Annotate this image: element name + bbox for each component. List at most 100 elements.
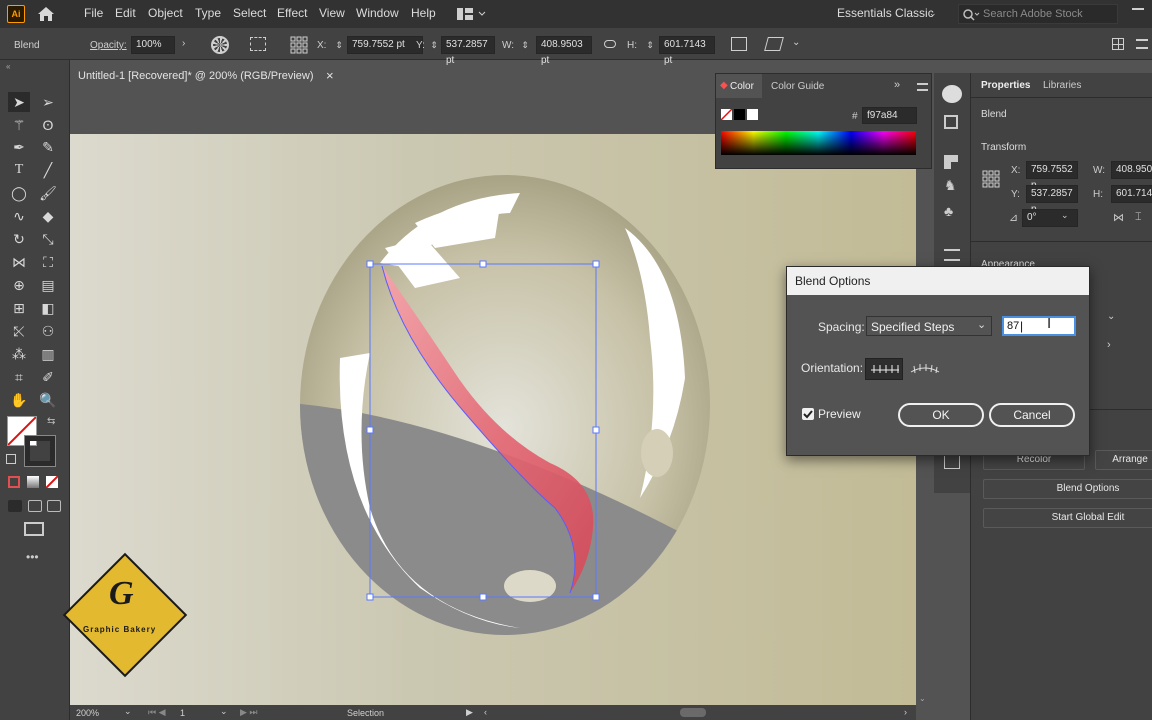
chevron-right-icon[interactable]: ›: [182, 38, 185, 49]
mesh-tool-icon[interactable]: ⊞: [8, 298, 30, 318]
ellipse-tool-icon[interactable]: ◯: [8, 183, 30, 203]
preview-label[interactable]: Preview: [818, 407, 861, 421]
swatches-icon[interactable]: [944, 155, 958, 169]
document-tab[interactable]: Untitled-1 [Recovered]* @ 200% (RGB/Prev…: [70, 64, 345, 88]
y-input[interactable]: 537.2857 p: [1026, 185, 1078, 215]
collapse-icon[interactable]: «: [6, 62, 10, 71]
minimize-icon[interactable]: [1132, 8, 1144, 10]
symbol-sprayer-tool-icon[interactable]: ⁂: [8, 344, 30, 364]
isolate-icon[interactable]: [764, 37, 784, 51]
tab-color[interactable]: ◆ Color: [716, 74, 762, 98]
color-spectrum[interactable]: [721, 131, 916, 155]
menu-type[interactable]: Type: [195, 6, 221, 20]
arrange-documents-icon[interactable]: [456, 7, 486, 21]
flip-vertical-icon[interactable]: ⌶: [1135, 211, 1142, 224]
arrange-button[interactable]: Arrange: [1095, 450, 1152, 470]
workspace-switcher[interactable]: Essentials Classic: [837, 6, 934, 20]
preview-checkbox[interactable]: [802, 408, 814, 420]
draw-behind-icon[interactable]: [28, 500, 42, 512]
opacity-label[interactable]: Opacity:: [90, 40, 127, 51]
menu-help[interactable]: Help: [411, 6, 436, 20]
transform-icon[interactable]: [731, 37, 747, 51]
menu-icon[interactable]: [1136, 39, 1148, 49]
brushes-icon[interactable]: ♞: [944, 177, 957, 194]
menu-select[interactable]: Select: [233, 6, 266, 20]
chevron-right-icon[interactable]: ›: [1107, 339, 1111, 351]
free-transform-tool-icon[interactable]: ⛶: [37, 252, 59, 272]
x-stepper-icon[interactable]: ⇕: [333, 36, 345, 54]
hand-tool-icon[interactable]: ✋: [8, 390, 30, 410]
none-mode-icon[interactable]: [45, 475, 59, 489]
menu-object[interactable]: Object: [148, 6, 183, 20]
scroll-left-icon[interactable]: ‹: [484, 707, 487, 717]
color-guide-icon[interactable]: [944, 115, 958, 129]
stroke-icon[interactable]: [944, 249, 960, 261]
spacing-dropdown[interactable]: Specified Steps ⌄: [866, 316, 992, 336]
y-input[interactable]: 537.2857 pt: [441, 36, 495, 66]
rotate-tool-icon[interactable]: ↻: [8, 229, 30, 249]
eraser-tool-icon[interactable]: ◆: [37, 206, 59, 226]
line-tool-icon[interactable]: ╱: [37, 160, 59, 180]
play-icon[interactable]: ▶: [466, 707, 473, 718]
width-tool-icon[interactable]: ⋈: [8, 252, 30, 272]
dialog-title[interactable]: Blend Options: [787, 267, 1089, 295]
draw-inside-icon[interactable]: [47, 500, 61, 512]
more-tools-icon[interactable]: •••: [26, 550, 39, 564]
direct-selection-tool-icon[interactable]: ➢: [37, 92, 59, 112]
scroll-right-icon[interactable]: ›: [904, 707, 907, 717]
horizontal-scrollbar-thumb[interactable]: [680, 708, 706, 717]
x-input[interactable]: 759.7552 p: [1026, 161, 1078, 191]
artboard-number[interactable]: 1: [180, 708, 185, 718]
chevron-down-icon[interactable]: ⌄: [1061, 210, 1069, 221]
reference-point-icon[interactable]: [290, 36, 308, 54]
h-input[interactable]: 601.7143: [1111, 185, 1152, 203]
panel-grid-icon[interactable]: [1112, 38, 1124, 50]
draw-normal-icon[interactable]: [8, 500, 22, 512]
gradient-tool-icon[interactable]: ▤: [37, 275, 59, 295]
flip-horizontal-icon[interactable]: ⋈: [1113, 211, 1124, 224]
align-to-page-icon[interactable]: [865, 358, 903, 380]
symbols-icon[interactable]: ♣: [944, 203, 953, 219]
chevron-down-icon[interactable]: ⌄: [1107, 311, 1115, 322]
menu-file[interactable]: File: [84, 6, 103, 20]
lasso-tool-icon[interactable]: ʘ: [37, 115, 59, 135]
type-tool-icon[interactable]: T: [8, 160, 30, 180]
h-input[interactable]: 601.7143 pt: [659, 36, 715, 66]
tab-libraries[interactable]: Libraries: [1043, 80, 1081, 91]
scale-tool-icon[interactable]: ⤡: [37, 229, 59, 249]
opacity-input[interactable]: 100%: [131, 36, 175, 54]
ok-button[interactable]: OK: [898, 403, 984, 427]
angle-input[interactable]: 0°: [1022, 209, 1078, 227]
blend-tool-icon[interactable]: ⚇: [37, 321, 59, 341]
menu-window[interactable]: Window: [356, 6, 399, 20]
column-graph-tool-icon[interactable]: ▥: [37, 344, 59, 364]
search-field[interactable]: Search Adobe Stock: [958, 4, 1118, 24]
scroll-down-icon[interactable]: ⌄: [919, 694, 926, 703]
chevron-down-icon[interactable]: ⌄: [792, 37, 800, 48]
white-swatch[interactable]: [747, 109, 758, 120]
last-artboard-icon[interactable]: ▶ ⏭: [240, 707, 258, 718]
paintbrush-tool-icon[interactable]: 🖌: [37, 183, 59, 203]
h-stepper-icon[interactable]: ⇕: [644, 36, 656, 54]
zoom-tool-icon[interactable]: 🔍: [37, 390, 59, 410]
menu-effect[interactable]: Effect: [277, 6, 307, 20]
pearl-shape[interactable]: [290, 175, 710, 648]
panel-menu-icon[interactable]: [917, 83, 928, 91]
chevron-down-icon[interactable]: ⌄: [124, 706, 132, 717]
none-color-swatch[interactable]: [720, 108, 733, 121]
zoom-level[interactable]: 200%: [76, 708, 99, 718]
artboard-tool-icon[interactable]: ⌗: [8, 367, 30, 387]
reference-point-icon[interactable]: [982, 170, 1000, 188]
first-artboard-icon[interactable]: ⏮ ◀: [148, 707, 166, 718]
tab-color-guide[interactable]: Color Guide: [771, 81, 824, 92]
menu-edit[interactable]: Edit: [115, 6, 136, 20]
x-input[interactable]: 759.7552 pt: [347, 36, 423, 54]
pen-tool-icon[interactable]: ✒: [8, 137, 30, 157]
magic-wand-tool-icon[interactable]: ⚚: [8, 115, 30, 135]
black-swatch[interactable]: [734, 109, 745, 120]
shape-builder-tool-icon[interactable]: ⊕: [8, 275, 30, 295]
w-stepper-icon[interactable]: ⇕: [519, 36, 531, 54]
menu-view[interactable]: View: [319, 6, 345, 20]
w-input[interactable]: 408.9503: [1111, 161, 1152, 179]
home-icon[interactable]: [36, 5, 56, 23]
